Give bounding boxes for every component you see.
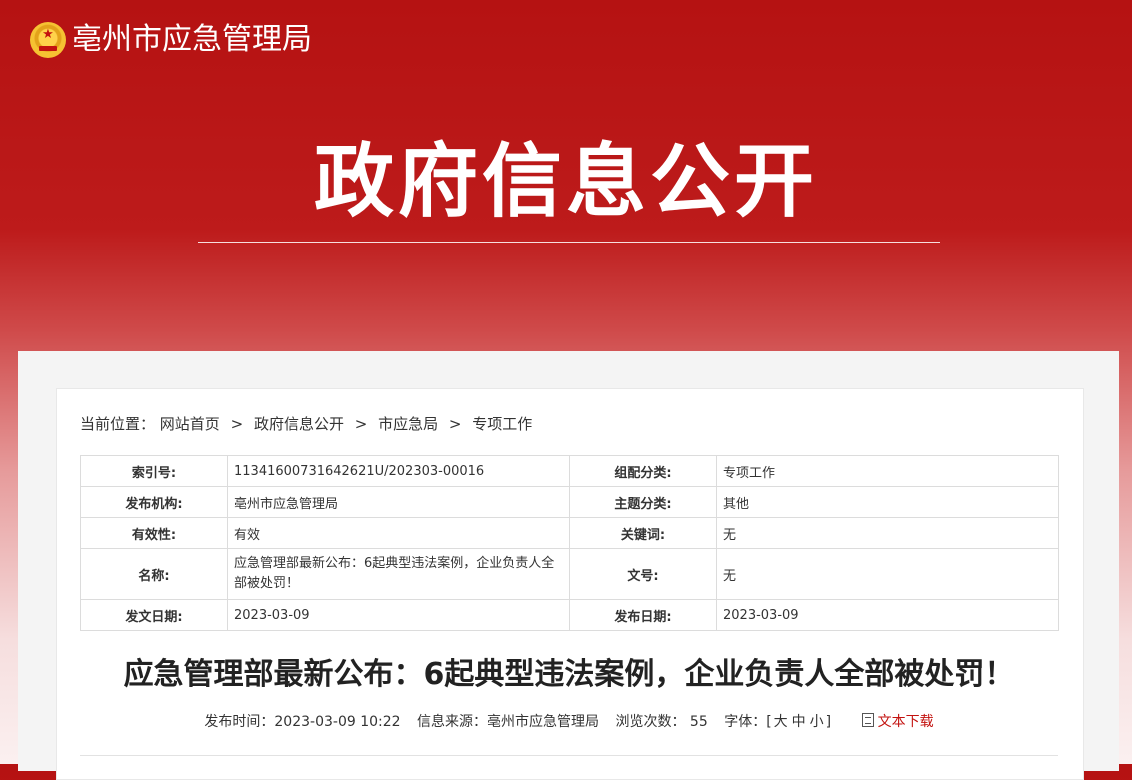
- validity-label: 有效性:: [80, 517, 228, 549]
- breadcrumb: 当前位置： 网站首页 > 政府信息公开 > 市应急局 > 专项工作: [80, 412, 532, 436]
- view-count: 浏览次数： 55: [615, 714, 707, 730]
- topic-value: 其他: [716, 486, 1059, 518]
- publish-time-label: 发布时间：: [204, 714, 275, 730]
- font-size-label: 字体：: [724, 714, 767, 730]
- issue-date-label: 发文日期:: [80, 599, 228, 631]
- publisher-value: 亳州市应急管理局: [227, 486, 570, 518]
- doc-no-value: 无: [716, 548, 1059, 600]
- font-medium-button[interactable]: 中: [792, 714, 806, 730]
- site-name[interactable]: 亳州市应急管理局: [72, 20, 312, 60]
- article-info-bar: 发布时间：2023-03-09 10:22 信息来源：亳州市应急管理局 浏览次数…: [0, 710, 1132, 734]
- font-small-button[interactable]: 小: [810, 714, 824, 730]
- breadcrumb-bureau-link[interactable]: 市应急局: [378, 415, 438, 433]
- metadata-table: 索引号: 11341600731642621U/202303-00016 组配分…: [80, 455, 1059, 631]
- breadcrumb-separator: >: [448, 415, 462, 433]
- article-title: 应急管理部最新公布：6起典型违法案例，企业负责人全部被处罚！: [123, 657, 1015, 692]
- publisher-label: 发布机构:: [80, 486, 228, 518]
- font-bracket-open: [: [766, 714, 772, 730]
- table-row: 发文日期: 2023-03-09 发布日期: 2023-03-09: [80, 599, 1059, 631]
- topic-label: 主题分类:: [569, 486, 717, 518]
- index-no-value: 11341600731642621U/202303-00016: [227, 455, 570, 487]
- national-emblem-icon: [30, 22, 66, 58]
- keywords-label: 关键词:: [569, 517, 717, 549]
- font-bracket-close: ]: [825, 714, 832, 730]
- download-label: 文本下载: [877, 714, 934, 730]
- table-row: 发布机构: 亳州市应急管理局 主题分类: 其他: [80, 486, 1059, 518]
- breadcrumb-home-link[interactable]: 网站首页: [160, 415, 220, 433]
- breadcrumb-special-work-link[interactable]: 专项工作: [472, 415, 532, 433]
- name-value: 应急管理部最新公布：6起典型违法案例，企业负责人全部被处罚！: [227, 548, 570, 600]
- category-value: 专项工作: [716, 455, 1059, 487]
- publish-date-label: 发布日期:: [569, 599, 717, 631]
- views-value: 55: [689, 714, 708, 730]
- source-label: 信息来源：: [417, 714, 488, 730]
- name-label: 名称:: [80, 548, 228, 600]
- hero-title: 政府信息公开: [314, 135, 818, 228]
- font-size-control: 字体：[大中小]: [724, 714, 831, 730]
- publish-time-value: 2023-03-09 10:22: [274, 714, 401, 730]
- index-no-label: 索引号:: [80, 455, 228, 487]
- breadcrumb-prefix: 当前位置：: [80, 415, 156, 433]
- font-large-button[interactable]: 大: [774, 714, 788, 730]
- table-row: 有效性: 有效 关键词: 无: [80, 517, 1059, 549]
- views-label: 浏览次数：: [615, 714, 686, 730]
- document-icon: [861, 713, 874, 727]
- keywords-value: 无: [716, 517, 1059, 549]
- table-row: 索引号: 11341600731642621U/202303-00016 组配分…: [80, 455, 1059, 487]
- breadcrumb-separator: >: [230, 415, 244, 433]
- validity-value: 有效: [227, 517, 570, 549]
- text-download-link[interactable]: 文本下载: [861, 713, 934, 730]
- publish-time: 发布时间：2023-03-09 10:22: [204, 714, 400, 730]
- source: 信息来源：亳州市应急管理局: [417, 714, 599, 730]
- category-label: 组配分类:: [569, 455, 717, 487]
- publish-date-value: 2023-03-09: [716, 599, 1059, 631]
- issue-date-value: 2023-03-09: [227, 599, 570, 631]
- breadcrumb-separator: >: [354, 415, 368, 433]
- hero-divider: [198, 242, 940, 243]
- doc-no-label: 文号:: [569, 548, 717, 600]
- site-header: 亳州市应急管理局: [30, 20, 312, 60]
- table-row: 名称: 应急管理部最新公布：6起典型违法案例，企业负责人全部被处罚！ 文号: 无: [80, 548, 1059, 600]
- breadcrumb-gov-info-link[interactable]: 政府信息公开: [254, 415, 344, 433]
- divider: [80, 755, 1058, 756]
- source-value: 亳州市应急管理局: [487, 714, 600, 730]
